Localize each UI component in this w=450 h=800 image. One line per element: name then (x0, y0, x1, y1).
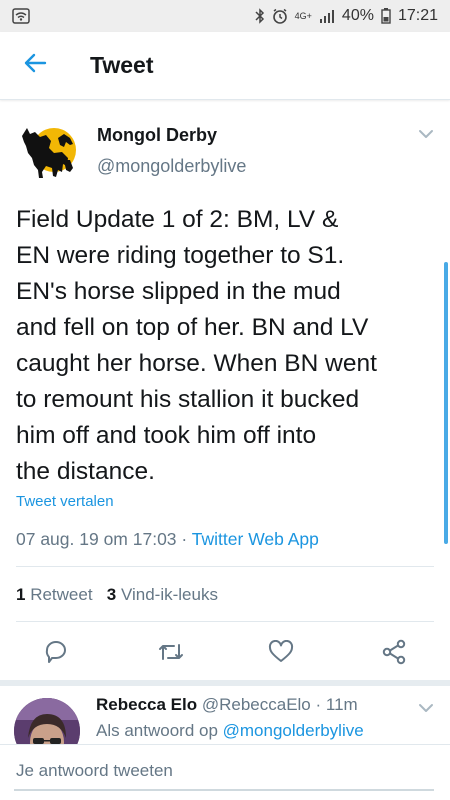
translate-tweet-link[interactable]: Tweet vertalen (16, 493, 114, 510)
tweet-text-line: EN were riding together to S1. (16, 242, 345, 269)
like-icon (268, 640, 294, 662)
reply-input[interactable] (14, 753, 434, 791)
back-button[interactable] (0, 32, 70, 100)
reply-tweet[interactable]: Rebecca Elo @RebeccaElo · 11m Als antwoo… (0, 686, 450, 744)
reply-time: · 11m (315, 695, 358, 714)
signal-icon (319, 9, 335, 23)
like-label: Vind-ik-leuks (120, 585, 218, 604)
clock: 17:21 (397, 7, 438, 24)
reply-header: Rebecca Elo @RebeccaElo · 11m (96, 695, 358, 715)
arrow-left-icon (23, 52, 47, 79)
bluetooth-icon (255, 8, 265, 24)
compose-bar (0, 744, 450, 800)
tweet-meta: 07 aug. 19 om 17:03 · Twitter Web App (16, 529, 319, 550)
tweet-text-line: Field Update 1 of 2: BM, LV & (16, 206, 339, 233)
retweet-count-link[interactable]: 1 Retweet (16, 585, 93, 604)
like-count-link[interactable]: 3 Vind-ik-leuks (107, 585, 218, 604)
divider (16, 621, 434, 622)
retweet-button[interactable] (156, 637, 186, 667)
tweet-stats: 1 Retweet 3 Vind-ik-leuks (16, 585, 218, 605)
tweet-text-line: EN's horse slipped in the mud (16, 278, 341, 305)
battery-percent: 40% (341, 7, 374, 24)
tweet-source-link[interactable]: Twitter Web App (192, 529, 319, 549)
chevron-down-icon[interactable] (416, 698, 436, 718)
tweet-header: Mongol Derby @mongolderbylive (0, 114, 450, 184)
tweet-text-line: and fell on top of her. BN and LV (16, 314, 369, 341)
wifi-box-icon (12, 8, 30, 24)
tweet-text-line: caught her horse. When BN went (16, 350, 377, 377)
reply-button[interactable] (41, 637, 71, 667)
mongol-derby-logo-icon (22, 128, 76, 178)
meta-separator: · (176, 529, 192, 549)
battery-icon (381, 8, 391, 24)
network-type: 4G+ (294, 10, 312, 21)
retweet-count: 1 (16, 585, 26, 604)
tweet-text-line: the distance. (16, 458, 155, 485)
reply-author-handle[interactable]: @RebeccaElo (202, 695, 311, 714)
retweet-icon (159, 644, 183, 660)
like-count: 3 (106, 585, 117, 604)
chevron-down-icon[interactable] (416, 124, 436, 144)
reply-icon (45, 641, 66, 663)
author-handle[interactable]: @mongolderbylive (97, 156, 246, 177)
reply-prefix: Als antwoord op (96, 721, 218, 740)
retweet-label: Retweet (30, 585, 93, 604)
reply-mention-link[interactable]: @mongolderbylive (223, 721, 364, 740)
avatar[interactable] (14, 698, 80, 744)
alarm-icon (272, 8, 288, 24)
reply-context: Als antwoord op @mongolderbylive (96, 721, 364, 741)
author-avatar[interactable] (18, 120, 80, 182)
reply-author-name[interactable]: Rebecca Elo (96, 695, 197, 714)
tweet-actions (0, 637, 450, 667)
scrollbar[interactable] (444, 262, 448, 544)
page-title: Tweet (90, 52, 154, 78)
tweet-text-line: him off and took him off into (16, 422, 317, 449)
tweet-timestamp: 07 aug. 19 om 17:03 (16, 529, 177, 549)
author-name[interactable]: Mongol Derby (97, 125, 217, 146)
status-bar: 4G+ 40% 17:21 (0, 0, 450, 32)
app-bar: Tweet (0, 32, 450, 100)
tweet-text: Field Update 1 of 2: BM, LV & EN were ri… (16, 202, 436, 490)
tweet-text-line: to remount his stallion it bucked (16, 386, 360, 413)
share-button[interactable] (379, 637, 409, 667)
like-button[interactable] (266, 637, 296, 667)
share-icon (382, 639, 406, 665)
divider (16, 566, 434, 567)
